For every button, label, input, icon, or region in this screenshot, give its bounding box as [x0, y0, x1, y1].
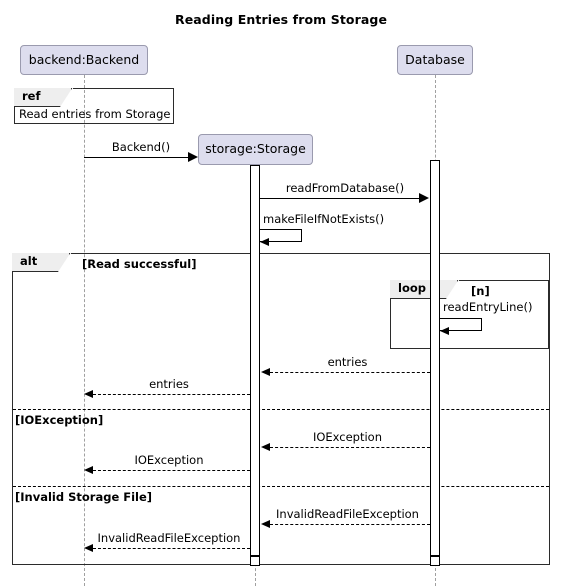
loop-fragment-operator: loop — [398, 281, 426, 295]
alt-guard-2: [IOException] — [15, 413, 104, 427]
alt-fragment-operator: alt — [20, 254, 38, 268]
message-line-backend-ctor — [84, 157, 189, 158]
message-line-entries-backend — [93, 394, 250, 395]
participant-storage[interactable]: storage:Storage — [198, 134, 313, 165]
diagram-title: Reading Entries from Storage — [174, 12, 388, 27]
message-label-make-file-if-not-exists: makeFileIfNotExists() — [263, 212, 385, 226]
participant-database[interactable]: Database — [397, 45, 473, 75]
participant-backend[interactable]: backend:Backend — [20, 45, 148, 75]
message-label-ioexception-backend: IOException — [134, 453, 204, 467]
message-label-entries-db: entries — [327, 355, 368, 369]
message-line-ioexception-db — [270, 447, 430, 448]
alt-separator-1 — [13, 409, 549, 410]
ref-fragment-body: Read entries from Storage — [19, 107, 171, 121]
alt-guard-3: [Invalid Storage File] — [15, 490, 153, 504]
message-arrowhead-ioexception-backend — [84, 466, 93, 474]
message-label-entries-backend: entries — [149, 377, 189, 391]
activation-database-endcap — [430, 556, 440, 566]
loop-fragment-tab: loop — [390, 278, 459, 299]
message-line-entries-db — [270, 372, 430, 373]
self-message-arrowhead-read-entry-line — [440, 327, 449, 335]
self-message-arrowhead-make-file-if-not-exists — [260, 238, 269, 246]
participant-database-label: Database — [405, 51, 465, 67]
message-arrowhead-read-from-database — [419, 193, 429, 203]
message-arrowhead-entries-db — [261, 368, 270, 376]
message-line-invalidreadfile-backend — [93, 548, 250, 549]
message-line-read-from-database — [260, 198, 420, 199]
sequence-diagram-canvas: Reading Entries from Storage backend:Bac… — [0, 0, 562, 586]
activation-database — [430, 160, 440, 556]
participant-storage-label: storage:Storage — [205, 141, 306, 157]
message-arrowhead-invalidreadfile-db — [261, 520, 270, 528]
activation-storage — [250, 165, 260, 556]
message-arrowhead-ioexception-db — [261, 443, 270, 451]
ref-fragment-operator: ref — [22, 89, 41, 103]
participant-backend-label: backend:Backend — [28, 51, 140, 67]
message-line-invalidreadfile-db — [270, 524, 430, 525]
activation-storage-endcap — [250, 556, 260, 566]
message-arrowhead-backend-ctor — [188, 152, 198, 162]
message-line-ioexception-backend — [93, 470, 250, 471]
loop-guard: [n] — [471, 284, 490, 298]
message-label-invalidreadfile-db: InvalidReadFileException — [276, 507, 419, 521]
message-label-read-from-database: readFromDatabase() — [285, 181, 405, 195]
alt-fragment-tab: alt — [12, 251, 71, 272]
ref-fragment-tab: ref — [14, 86, 73, 107]
message-arrowhead-entries-backend — [84, 390, 93, 398]
alt-guard-1: [Read successful] — [82, 257, 197, 271]
alt-separator-2 — [13, 486, 549, 487]
message-label-read-entry-line: readEntryLine() — [443, 300, 533, 314]
message-arrowhead-invalidreadfile-backend — [84, 544, 93, 552]
message-label-backend-ctor: Backend() — [111, 140, 171, 154]
message-label-ioexception-db: IOException — [312, 430, 383, 444]
message-label-invalidreadfile-backend: InvalidReadFileException — [97, 531, 241, 545]
